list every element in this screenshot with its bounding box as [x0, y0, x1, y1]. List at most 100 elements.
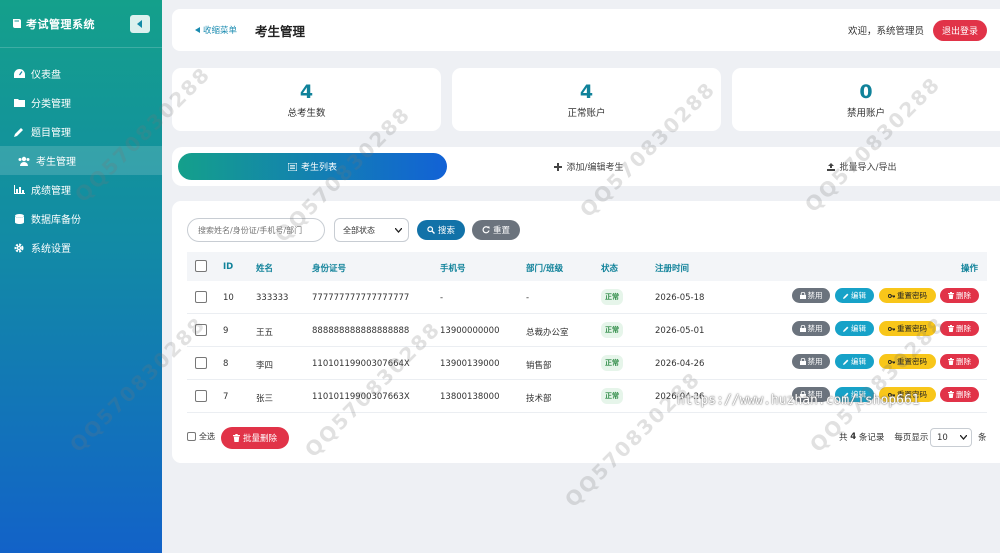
delete-label: 删除 [956, 390, 971, 399]
trash-icon [232, 434, 240, 442]
status-badge: 正常 [601, 289, 623, 305]
cell-phone: 13900000000 [440, 326, 500, 336]
sidebar-item-students[interactable]: 考生管理 [0, 146, 162, 175]
reset-password-button[interactable]: 重置密码 [879, 321, 936, 336]
tab-label: 添加/编辑考生 [566, 163, 624, 173]
cell-id: 10 [223, 293, 234, 303]
batch-delete-button[interactable]: 批量删除 [221, 427, 289, 449]
cell-name: 333333 [256, 293, 289, 303]
sidebar-item-label: 系统设置 [31, 244, 71, 255]
sidebar-item-backup[interactable]: 数据库备份 [0, 204, 162, 233]
gear-icon [13, 242, 25, 254]
cell-time: 2026-04-26 [655, 359, 705, 369]
cell-id: 7 [223, 392, 229, 402]
edit-button[interactable]: 编辑 [835, 288, 874, 303]
tab-label: 批量导入/导出 [839, 163, 897, 173]
table-row: 9 王五 888888888888888888 13900000000 总裁办公… [187, 314, 987, 347]
collapse-menu-link[interactable]: 收缩菜单 [195, 24, 237, 36]
select-all-header-checkbox[interactable] [195, 260, 207, 272]
sidebar-item-label: 成绩管理 [31, 186, 71, 197]
cell-phone: 13800138000 [440, 392, 500, 402]
edit-button[interactable]: 编辑 [835, 354, 874, 369]
cell-dept: 总裁办公室 [526, 328, 569, 338]
cell-idcard: 11010119900307663X [312, 392, 410, 402]
column-dept: 部门/班级 [526, 264, 564, 274]
table-header: ID 姓名 身份证号 手机号 部门/班级 状态 注册时间 操作 [187, 252, 987, 281]
reset-button[interactable]: 重置 [472, 220, 520, 240]
column-status: 状态 [601, 264, 619, 274]
column-idcard: 身份证号 [312, 264, 347, 274]
lock-icon [799, 358, 806, 365]
stat-label: 禁用账户 [846, 108, 885, 119]
cell-id: 9 [223, 326, 229, 336]
page-size-select[interactable]: 10 [930, 428, 972, 447]
disable-button[interactable]: 禁用 [792, 321, 830, 336]
list-icon [287, 162, 297, 171]
disable-button[interactable]: 禁用 [792, 354, 830, 369]
delete-button[interactable]: 删除 [940, 354, 979, 369]
search-button[interactable]: 搜索 [417, 220, 465, 240]
sidebar-item-questions[interactable]: 题目管理 [0, 117, 162, 146]
tab-add-edit[interactable]: 添加/编辑考生 [459, 153, 719, 180]
status-filter-select[interactable]: 全部状态 [334, 218, 409, 242]
sidebar: 考试管理系统 仪表盘 分类管理 题目管理 考生管理 成绩管理 数据库备份 系统设… [0, 0, 162, 553]
chevron-down-icon [960, 435, 967, 440]
cell-idcard: 888888888888888888 [312, 326, 410, 336]
stat-value: 4 [299, 81, 314, 103]
row-checkbox[interactable] [195, 390, 207, 402]
tabs-bar: 考生列表 添加/编辑考生 批量导入/导出 [172, 147, 1000, 186]
disable-label: 禁用 [807, 324, 823, 333]
app-title: 考试管理系统 [26, 17, 95, 31]
sidebar-item-dashboard[interactable]: 仪表盘 [0, 59, 162, 88]
tab-student-list[interactable]: 考生列表 [178, 153, 447, 180]
sidebar-toggle-button[interactable] [130, 14, 150, 33]
column-time: 注册时间 [655, 264, 690, 274]
trash-icon [948, 325, 954, 332]
delete-button[interactable]: 删除 [940, 321, 979, 336]
cell-dept: 销售部 [526, 361, 552, 371]
cell-name: 李四 [256, 361, 274, 371]
row-checkbox[interactable] [195, 291, 207, 303]
row-checkbox[interactable] [195, 357, 207, 369]
edit-label: 编辑 [851, 357, 866, 366]
edit-label: 编辑 [851, 291, 866, 300]
trash-icon [948, 292, 954, 299]
plus-icon [554, 162, 563, 171]
per-page-label: 每页显示 [894, 433, 929, 443]
disable-button[interactable]: 禁用 [792, 288, 830, 303]
stat-card-active: 4 正常账户 [452, 68, 721, 131]
edit-button[interactable]: 编辑 [835, 321, 874, 336]
reset-password-button[interactable]: 重置密码 [879, 354, 936, 369]
reset-button-label: 重置 [492, 226, 510, 236]
bar-chart-icon [13, 184, 25, 196]
sidebar-item-scores[interactable]: 成绩管理 [0, 175, 162, 204]
pencil-icon [843, 326, 849, 332]
delete-button[interactable]: 删除 [940, 288, 979, 303]
select-all-control[interactable]: 全选 [187, 431, 215, 442]
search-input[interactable] [187, 218, 325, 242]
reset-password-button[interactable]: 重置密码 [879, 288, 936, 303]
sidebar-item-categories[interactable]: 分类管理 [0, 88, 162, 117]
logout-button[interactable]: 退出登录 [932, 19, 987, 41]
sidebar-item-label: 题目管理 [31, 128, 71, 139]
key-icon [888, 326, 895, 332]
delete-button[interactable]: 删除 [940, 387, 979, 402]
tab-import-export[interactable]: 批量导入/导出 [732, 153, 992, 180]
cell-phone: 13900139000 [440, 359, 500, 369]
stat-card-total: 4 总考生数 [172, 68, 441, 131]
sidebar-item-settings[interactable]: 系统设置 [0, 233, 162, 262]
select-all-checkbox[interactable] [187, 432, 196, 441]
key-icon [888, 293, 895, 299]
column-name: 姓名 [256, 264, 274, 274]
sidebar-item-label: 考生管理 [36, 157, 76, 168]
record-count: 共 4 条记录 每页显示 [839, 431, 928, 443]
row-checkbox[interactable] [195, 324, 207, 336]
delete-label: 删除 [956, 324, 971, 333]
status-badge: 正常 [601, 322, 623, 338]
column-actions: 操作 [961, 264, 979, 274]
reset-password-label: 重置密码 [897, 357, 927, 366]
folder-icon [13, 97, 25, 109]
lock-icon [799, 292, 806, 299]
page-title: 考生管理 [255, 23, 306, 39]
stat-value: 4 [579, 81, 594, 103]
